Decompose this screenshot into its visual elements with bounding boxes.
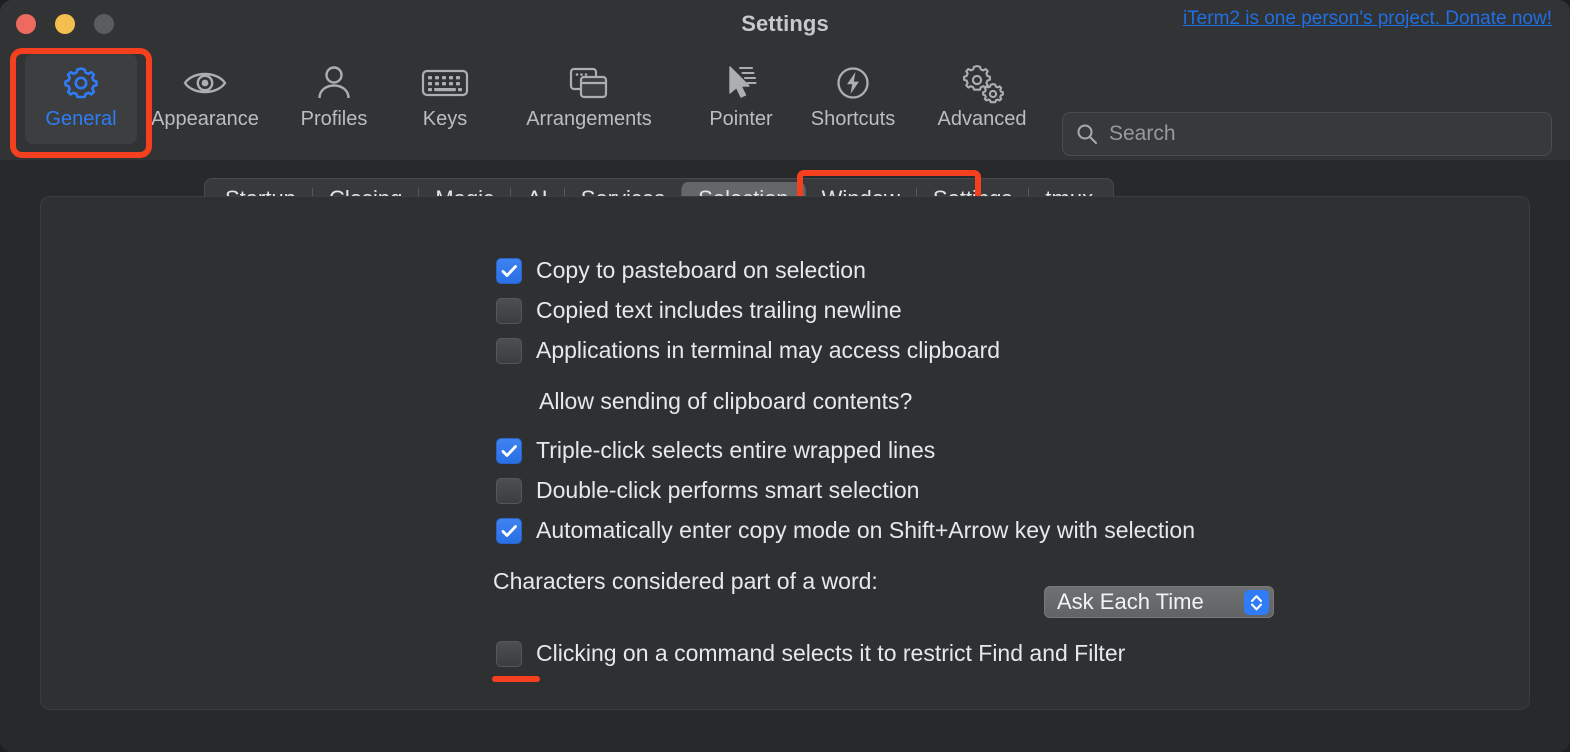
label-apps-access-clipboard: Applications in terminal may access clip… — [536, 337, 1001, 363]
selection-settings-panel: Copy to pasteboard on selection Copied t… — [40, 196, 1530, 710]
windows-icon — [566, 60, 612, 106]
row-triple-click: Triple-click selects entire wrapped line… — [496, 437, 935, 464]
label-click-command-restricts: Clicking on a command selects it to rest… — [536, 640, 1126, 666]
row-allow-sending-clipboard: Allow sending of clipboard contents? — [539, 388, 912, 415]
toolbar-label-profiles: Profiles — [300, 108, 368, 130]
checkbox-triple-click[interactable] — [496, 437, 522, 464]
toolbar-label-appearance: Appearance — [151, 108, 259, 130]
bolt-circle-icon — [832, 60, 874, 106]
toolbar-item-advanced[interactable]: Advanced — [920, 54, 1044, 144]
checkbox-click-command-restricts[interactable] — [496, 640, 522, 667]
checkbox-copy-to-pasteboard[interactable] — [496, 257, 522, 284]
label-copy-mode-shift-arrow: Automatically enter copy mode on Shift+A… — [536, 517, 1196, 543]
clipboard-contents-dropdown[interactable]: Ask Each Time — [1044, 586, 1274, 618]
clipboard-contents-value: Ask Each Time — [1057, 589, 1204, 614]
checkbox-copy-mode-shift-arrow[interactable] — [496, 517, 522, 544]
row-double-click: Double-click performs smart selection — [496, 477, 919, 504]
eye-icon — [181, 60, 229, 106]
row-word-characters: Characters considered part of a word: — [493, 568, 878, 595]
settings-toolbar: General Appearance Profiles Keys Arrange… — [0, 48, 1570, 160]
chevron-up-down-icon — [1244, 590, 1269, 615]
gears-icon — [958, 60, 1006, 106]
settings-window: Settings iTerm2 is one person's project.… — [0, 0, 1570, 752]
person-icon — [313, 60, 355, 106]
row-click-command-restricts: Clicking on a command selects it to rest… — [496, 640, 1125, 667]
toolbar-item-pointer[interactable]: Pointer — [687, 54, 795, 144]
toolbar-item-general[interactable]: General — [25, 54, 137, 144]
toolbar-label-shortcuts: Shortcuts — [810, 108, 896, 130]
toolbar-item-keys[interactable]: Keys — [399, 54, 491, 144]
toolbar-item-shortcuts[interactable]: Shortcuts — [794, 54, 912, 144]
row-copy-to-pasteboard: Copy to pasteboard on selection — [496, 257, 866, 284]
toolbar-label-advanced: Advanced — [937, 108, 1027, 130]
label-trailing-newline: Copied text includes trailing newline — [536, 297, 902, 323]
cursor-icon — [720, 60, 762, 106]
toolbar-label-arrangements: Arrangements — [526, 108, 652, 130]
search-field[interactable] — [1062, 112, 1552, 156]
toolbar-label-keys: Keys — [422, 108, 468, 130]
search-input[interactable] — [1107, 121, 1551, 147]
toolbar-item-appearance[interactable]: Appearance — [140, 54, 270, 144]
donate-link[interactable]: iTerm2 is one person's project. Donate n… — [1183, 8, 1552, 30]
gear-icon — [59, 60, 103, 106]
label-allow-sending-clipboard: Allow sending of clipboard contents? — [539, 388, 913, 414]
checkbox-apps-access-clipboard[interactable] — [496, 337, 522, 364]
search-icon — [1075, 122, 1099, 146]
label-triple-click: Triple-click selects entire wrapped line… — [536, 437, 936, 463]
keyboard-icon — [420, 60, 470, 106]
label-copy-to-pasteboard: Copy to pasteboard on selection — [536, 257, 866, 283]
window-titlebar: Settings iTerm2 is one person's project.… — [0, 0, 1570, 48]
toolbar-label-pointer: Pointer — [709, 108, 773, 130]
label-word-characters: Characters considered part of a word: — [493, 568, 878, 594]
row-trailing-newline: Copied text includes trailing newline — [496, 297, 902, 324]
toolbar-label-general: General — [45, 108, 117, 130]
toolbar-item-profiles[interactable]: Profiles — [277, 54, 391, 144]
checkbox-trailing-newline[interactable] — [496, 297, 522, 324]
toolbar-item-arrangements[interactable]: Arrangements — [497, 54, 681, 144]
row-apps-access-clipboard: Applications in terminal may access clip… — [496, 337, 1000, 364]
checkbox-double-click[interactable] — [496, 477, 522, 504]
row-copy-mode-shift-arrow: Automatically enter copy mode on Shift+A… — [496, 517, 1195, 544]
label-double-click: Double-click performs smart selection — [536, 477, 920, 503]
